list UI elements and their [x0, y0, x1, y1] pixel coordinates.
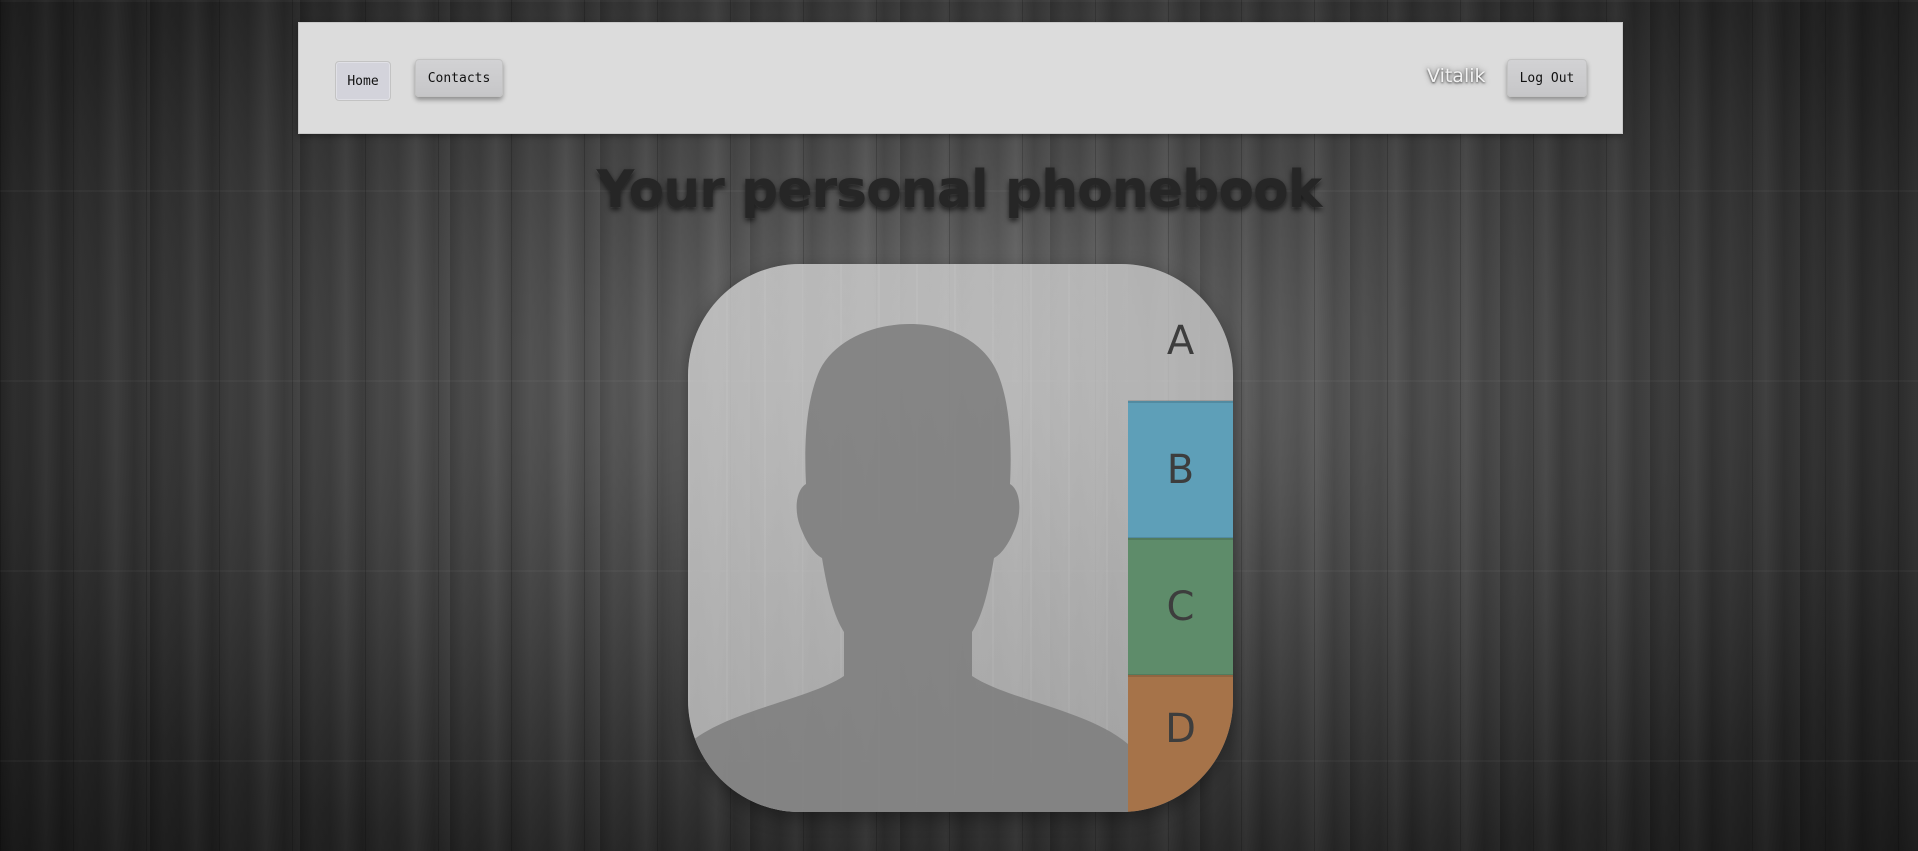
username-label: Vitalik — [1427, 65, 1486, 87]
tab-a[interactable]: A — [1128, 264, 1233, 401]
tab-divider — [1128, 400, 1233, 403]
alphabet-tabs: A B C D — [1128, 264, 1233, 812]
page-title: Your personal phonebook — [596, 160, 1323, 220]
phonebook-icon: A B C D — [688, 264, 1233, 812]
tab-c[interactable]: C — [1128, 538, 1233, 675]
tab-divider — [1128, 537, 1233, 540]
top-navbar: Home Contacts Vitalik Log Out — [298, 22, 1623, 134]
home-button[interactable]: Home — [335, 61, 391, 101]
person-silhouette-icon — [688, 324, 1128, 812]
contacts-button[interactable]: Contacts — [415, 59, 503, 97]
tab-b[interactable]: B — [1128, 401, 1233, 538]
logout-button[interactable]: Log Out — [1507, 59, 1587, 97]
tab-d[interactable]: D — [1128, 675, 1233, 812]
tab-divider — [1128, 674, 1233, 677]
